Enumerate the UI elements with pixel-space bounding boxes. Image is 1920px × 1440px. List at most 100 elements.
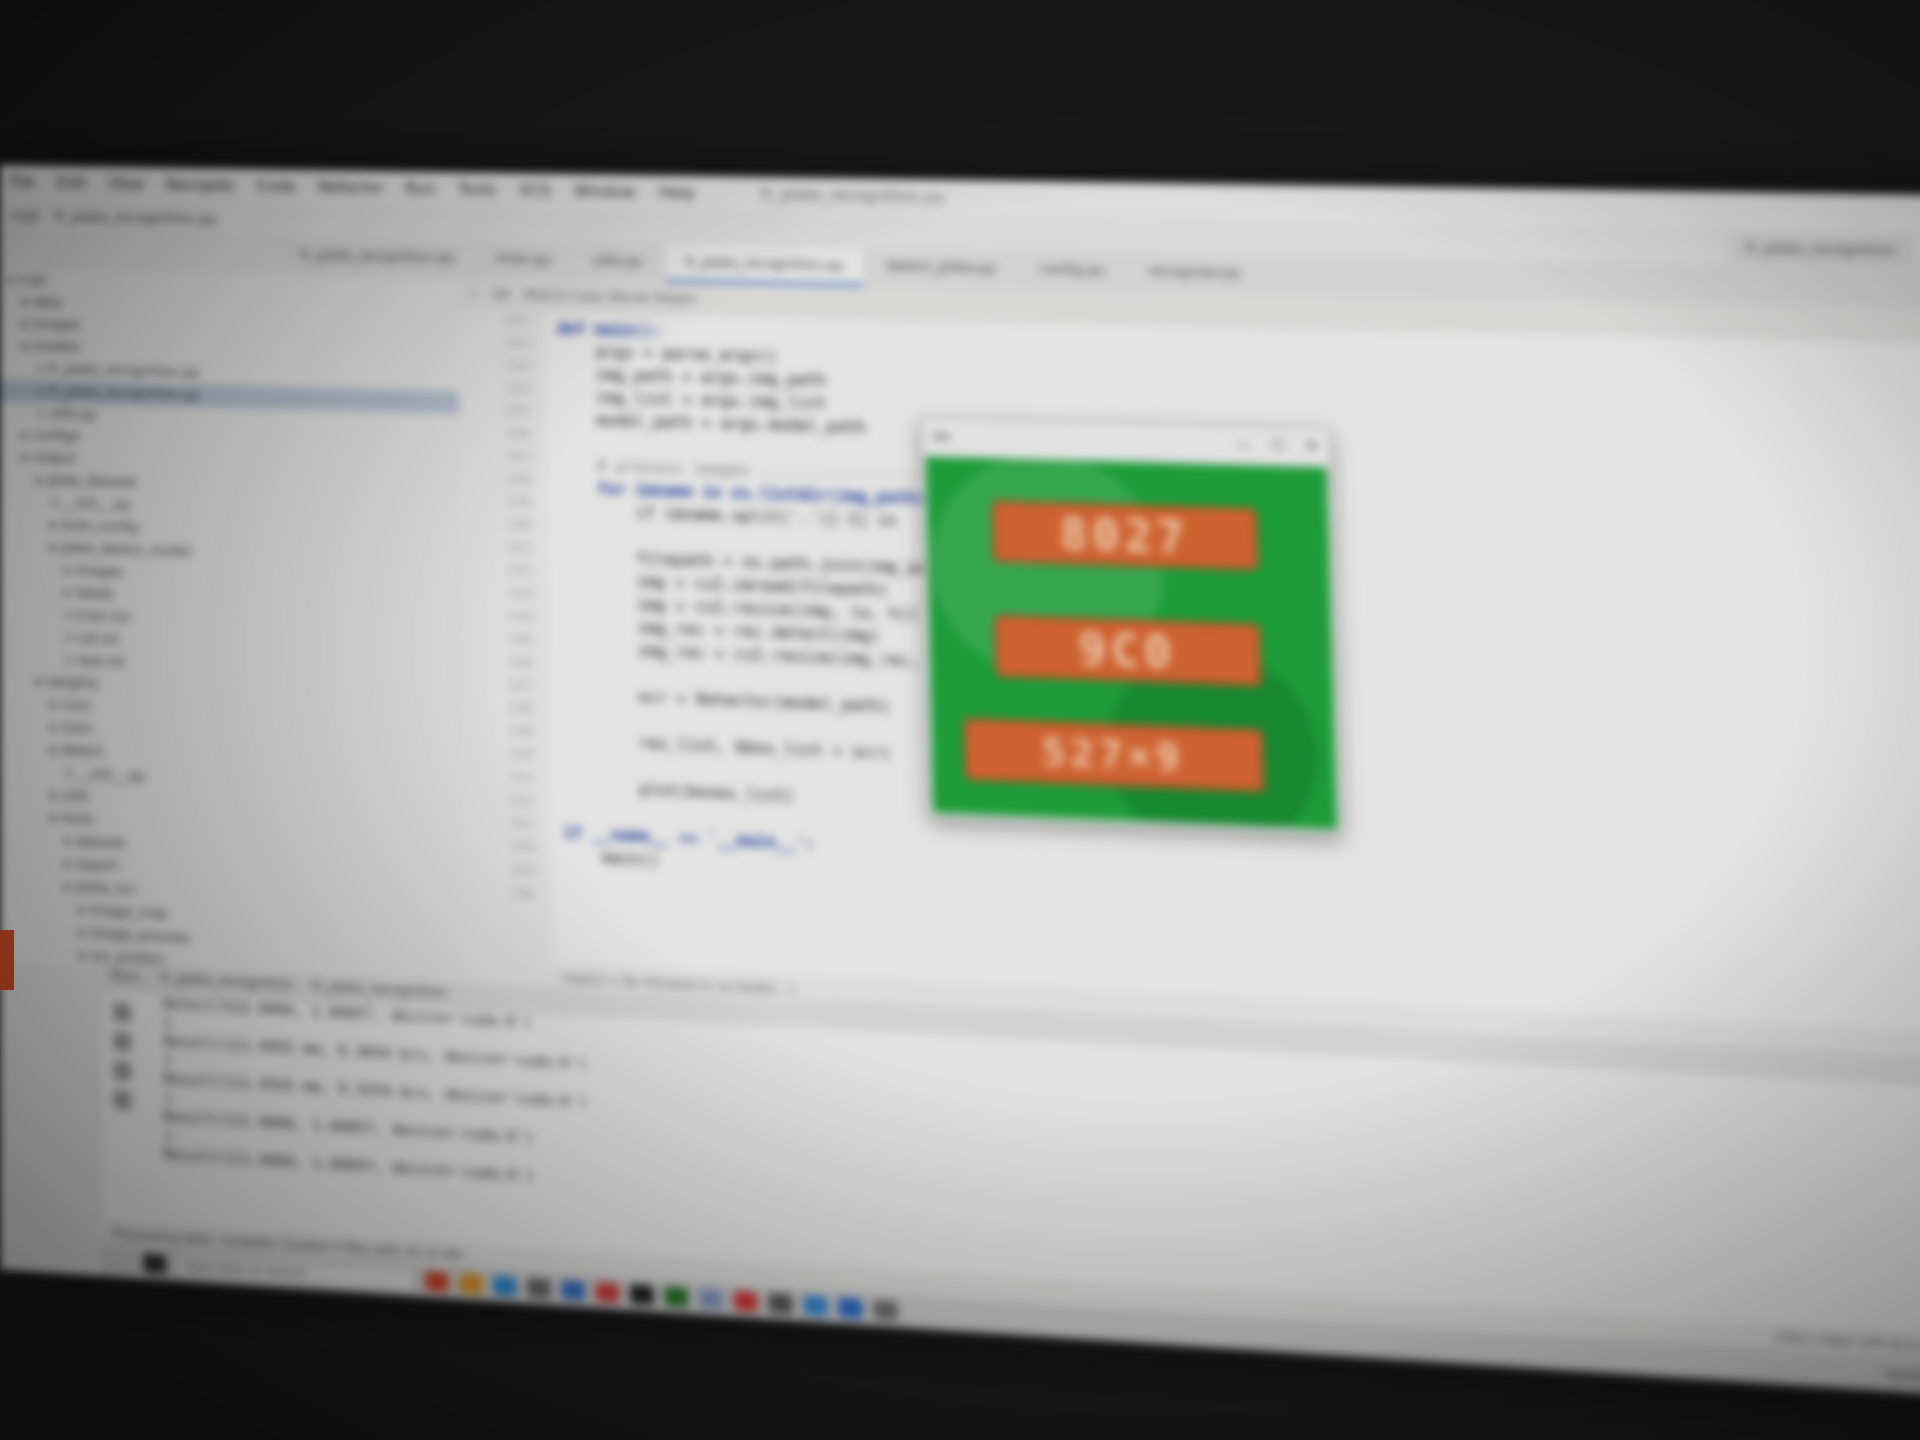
- folder-icon: ▸: [65, 879, 76, 895]
- menu-item-view[interactable]: View: [108, 175, 144, 194]
- folder-icon: ▸: [50, 720, 61, 736]
- folder-icon: ▸: [79, 948, 90, 964]
- tree-item-label: runs: [61, 698, 90, 715]
- menu-item-tools[interactable]: Tools: [458, 180, 497, 199]
- line-number: 133: [458, 354, 542, 379]
- taskbar-app-icon[interactable]: [561, 1280, 585, 1301]
- tree-item-label: weights: [47, 675, 98, 692]
- tree-item-label: __init__.py: [78, 766, 146, 784]
- folder-icon: ▸: [51, 810, 62, 826]
- tree-item-label: detect: [61, 743, 103, 760]
- maximize-icon[interactable]: ☐: [1271, 437, 1285, 454]
- plate-image-canvas: 8027 9C0 527×9: [926, 456, 1338, 829]
- line-number: 131: [458, 309, 542, 333]
- tree-item-label: configs: [33, 428, 80, 444]
- line-number: 136: [459, 422, 543, 447]
- folder-icon: ▸: [22, 450, 33, 465]
- line-number: 144: [461, 604, 545, 630]
- breadcrumb-item[interactable]: cvpl: [10, 208, 39, 225]
- menu-item-file[interactable]: File: [10, 173, 35, 191]
- popup-title: im: [933, 429, 951, 445]
- menu-item-navigate[interactable]: Navigate: [166, 176, 234, 195]
- taskbar-app-icon[interactable]: [734, 1291, 758, 1312]
- system-tray: Local Disk14:16 2023/4/18: [1885, 1366, 1920, 1396]
- taskbar-app-icon[interactable]: [630, 1284, 654, 1305]
- breadcrumb-item[interactable]: fr_plate_recognition.py: [55, 209, 217, 228]
- tree-item-label: plate_ocr: [76, 879, 137, 897]
- menu-item-edit[interactable]: Edit: [57, 174, 86, 193]
- license-plate: 527×9: [964, 718, 1265, 792]
- editor-tab[interactable]: fr_plate_recognition.py: [665, 245, 863, 286]
- menu-item-run[interactable]: Run: [405, 179, 435, 198]
- minimize-icon[interactable]: —: [1235, 436, 1251, 453]
- start-menu-icon[interactable]: [143, 1253, 166, 1273]
- window-controls: — ☐ ✕: [1235, 436, 1318, 455]
- tree-item-label: output: [33, 450, 76, 466]
- license-plate: 8027: [992, 500, 1258, 570]
- scroll-icon[interactable]: [113, 1061, 132, 1081]
- file-icon: ▫: [36, 361, 49, 376]
- menu-item-help[interactable]: Help: [659, 183, 695, 202]
- tree-item-label: cvpl: [19, 272, 46, 288]
- console-tab[interactable]: Run:: [112, 968, 142, 995]
- folder-icon: ▸: [79, 925, 90, 941]
- stop-icon[interactable]: [113, 1032, 131, 1052]
- tree-item-label: fr_plate_recognition.py: [49, 362, 200, 381]
- taskbar-app-icon[interactable]: [873, 1300, 898, 1321]
- tray-label[interactable]: Local Disk: [1885, 1366, 1920, 1387]
- tree-item-label: models: [33, 339, 80, 355]
- find-options[interactable]: Match Case Words Regex: [524, 287, 697, 306]
- folder-icon: ▸: [79, 902, 90, 918]
- rerun-icon[interactable]: [113, 1003, 131, 1023]
- taskbar-app-icon[interactable]: [425, 1271, 448, 1292]
- tree-item-label: plate_dataset: [47, 473, 136, 491]
- editor-tab[interactable]: config.py: [1019, 252, 1125, 292]
- menu-item-vcs[interactable]: VCS: [519, 181, 551, 200]
- tree-item-label: image_process: [90, 926, 189, 946]
- editor-tab[interactable]: detect_plate.py: [867, 249, 1016, 289]
- license-plate: 9C0: [994, 615, 1261, 686]
- menu-item-window[interactable]: Window: [574, 182, 636, 201]
- image-preview-window[interactable]: im — ☐ ✕ 8027 9C0 527×9: [921, 417, 1342, 834]
- taskbar-app-icon[interactable]: [768, 1293, 792, 1314]
- line-number: 134: [459, 377, 543, 402]
- file-icon: ▫: [36, 406, 49, 422]
- tree-item-label: image_crop: [90, 903, 167, 922]
- menu-item-code[interactable]: Code: [257, 177, 296, 196]
- editor-tab[interactable]: recognize.py: [1128, 254, 1261, 295]
- line-number: 138: [460, 467, 544, 492]
- find-input[interactable]: Q▾: [492, 287, 510, 303]
- file-icon: ▫: [65, 766, 78, 782]
- tree-item-label: labels: [75, 586, 114, 603]
- run-configuration-selector[interactable]: fr_plate_recognition: [1730, 235, 1911, 265]
- tree-item-label: fr_plate_recognition.py: [49, 384, 200, 403]
- search-icon[interactable]: ⌕: [470, 286, 478, 302]
- taskbar-app-icon[interactable]: [493, 1276, 517, 1297]
- taskbar-app-icon[interactable]: [459, 1273, 483, 1294]
- menu-item-refactor[interactable]: Refactor: [318, 178, 383, 197]
- taskbar-app-icon[interactable]: [596, 1282, 620, 1303]
- line-number: 156: [464, 880, 549, 907]
- folder-icon: ▸: [64, 563, 75, 579]
- editor-tab[interactable]: main.py: [477, 242, 570, 281]
- monitor-photo: File Edit View Navigate Code Refactor Run Tools…: [0, 165, 1920, 1407]
- close-icon[interactable]: ✕: [1305, 438, 1319, 455]
- folder-icon: ▸: [36, 674, 47, 690]
- taskbar-app-icon[interactable]: [838, 1297, 862, 1318]
- taskbar-app-icon[interactable]: [527, 1278, 551, 1299]
- line-number: 148: [462, 696, 546, 722]
- folder-icon: ▸: [65, 834, 76, 850]
- editor-tab[interactable]: fr_plate_recognition.py: [282, 238, 473, 278]
- folder-icon: ▸: [50, 518, 61, 534]
- print-icon[interactable]: [113, 1090, 132, 1110]
- line-number: 139: [460, 490, 544, 515]
- taskbar-app-icon[interactable]: [699, 1289, 723, 1310]
- line-number: 137: [459, 445, 543, 470]
- editor-tab[interactable]: utils.py: [574, 244, 662, 283]
- project-tree: ▸ cvpl ▸ data ▸ images ▸ models ▫ fr_plate_r…: [0, 269, 466, 985]
- taskbar-app-icon[interactable]: [803, 1295, 827, 1316]
- taskbar-app-icon[interactable]: [664, 1286, 688, 1307]
- line-number: 149: [462, 719, 546, 745]
- folder-icon: ▸: [22, 317, 33, 332]
- line-number: 132: [458, 332, 542, 357]
